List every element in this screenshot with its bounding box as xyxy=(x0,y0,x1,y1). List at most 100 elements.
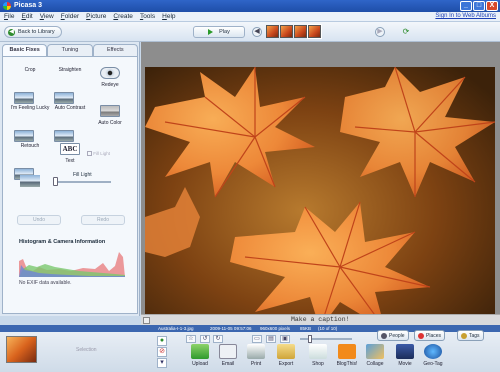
tags-button[interactable]: Tags xyxy=(457,330,484,341)
auto-contrast-label: Auto Contrast xyxy=(54,105,86,111)
back-to-library-button[interactable]: ◀ Back to Library xyxy=(4,26,62,38)
edit-panel: Basic Fixes Tuning Effects Crop Straight… xyxy=(0,42,140,316)
add-to-album-icon[interactable]: ▾ xyxy=(157,358,167,368)
redo-button[interactable]: Redo xyxy=(81,215,125,225)
close-button[interactable]: X xyxy=(486,1,498,11)
geo-tag-icon xyxy=(424,344,442,359)
next-photo-button[interactable]: ▶ xyxy=(375,27,385,37)
fill-light-slider[interactable] xyxy=(53,177,111,186)
maximize-button[interactable]: □ xyxy=(473,1,485,11)
play-slideshow-button[interactable]: Play xyxy=(193,26,245,38)
filmstrip-thumbnail[interactable] xyxy=(266,25,279,38)
auto-color-icon xyxy=(100,105,120,117)
sign-in-link[interactable]: Sign In to Web Albums xyxy=(435,13,496,19)
print-button[interactable]: Print xyxy=(244,344,268,367)
status-dimensions: 960x600 pixels xyxy=(260,326,291,331)
collage-button[interactable]: Collage xyxy=(363,344,387,367)
filmstrip-thumbnail-selected[interactable] xyxy=(307,24,322,39)
email-button[interactable]: Email xyxy=(216,344,240,367)
star-icon[interactable]: ☆ xyxy=(186,335,196,343)
redeye-option-checkbox[interactable]: Fill Light xyxy=(87,151,110,157)
menu-view[interactable]: View xyxy=(40,13,54,20)
zoom-view-icon[interactable]: ▣ xyxy=(280,335,290,343)
zoom-slider-thumb[interactable] xyxy=(308,335,312,343)
crop-tool[interactable]: Crop xyxy=(10,67,50,104)
menu-folder[interactable]: Folder xyxy=(61,13,79,20)
blogger-icon xyxy=(338,344,356,359)
redeye-tool[interactable]: Redeye xyxy=(90,67,130,88)
caption-input[interactable]: Make a caption! xyxy=(291,316,350,323)
menu-edit[interactable]: Edit xyxy=(22,13,33,20)
tray-selection-label: Selection xyxy=(76,347,97,353)
feeling-lucky-tool[interactable]: I'm Feeling Lucky xyxy=(10,105,50,142)
auto-contrast-tool[interactable]: Auto Contrast xyxy=(50,105,90,142)
histogram-chart xyxy=(19,249,125,277)
photo-view-icon[interactable]: ▭ xyxy=(252,335,262,343)
straighten-tool[interactable]: Straighten xyxy=(50,67,90,104)
window-title: Picasa 3 xyxy=(14,2,43,9)
status-date: 2009-11-05 09:57:06 xyxy=(210,326,252,331)
crop-label: Crop xyxy=(24,67,36,73)
rotate-right-icon[interactable]: ↻ xyxy=(213,335,223,343)
hold-icon[interactable]: ● xyxy=(157,336,167,346)
auto-color-tool[interactable]: Auto Color xyxy=(90,105,130,126)
basic-fixes-tools: Crop Straighten Redeye I'm Feeling Lucky… xyxy=(2,56,138,314)
previous-photo-button[interactable]: ◀ xyxy=(252,27,262,37)
histogram-title: Histogram & Camera Information xyxy=(19,239,106,245)
clear-icon[interactable]: ⊘ xyxy=(157,347,167,357)
menu-tools[interactable]: Tools xyxy=(140,13,155,20)
tab-effects[interactable]: Effects xyxy=(92,44,138,56)
blogthis-button[interactable]: BlogThis! xyxy=(335,344,359,367)
movie-icon xyxy=(396,344,414,359)
status-filename: Australia-I-1-3.jpg xyxy=(158,326,194,331)
auto-color-label: Auto Color xyxy=(98,120,122,126)
text-tool[interactable]: ABC Text xyxy=(50,143,90,164)
minimize-button[interactable]: _ xyxy=(460,1,472,11)
toolbar: ◀ Back to Library Play ◀ ▶ ⟳ xyxy=(0,22,500,42)
crop-icon xyxy=(14,92,34,104)
status-size: 85KB xyxy=(300,326,312,331)
play-icon xyxy=(208,29,214,35)
places-button[interactable]: Places xyxy=(414,330,446,341)
back-arrow-icon: ◀ xyxy=(8,28,15,36)
movie-button[interactable]: Movie xyxy=(393,344,417,367)
menu-bar: File Edit View Folder Picture Create Too… xyxy=(0,12,500,22)
shop-button[interactable]: Shop xyxy=(306,344,330,367)
tab-basic-fixes[interactable]: Basic Fixes xyxy=(2,44,48,56)
feeling-lucky-icon xyxy=(14,130,34,142)
photo-tray: Selection ● ⊘ ▾ ☆ ↺ ↻ ▭ ▤ ▣ People Place… xyxy=(0,330,500,372)
rotate-icon[interactable]: ⟳ xyxy=(400,27,412,37)
menu-file[interactable]: File xyxy=(4,13,15,20)
filmstrip-thumbnail[interactable] xyxy=(280,25,293,38)
zoom-slider[interactable] xyxy=(300,335,352,343)
text-label: Text xyxy=(65,158,75,164)
back-to-library-label: Back to Library xyxy=(18,29,55,35)
menu-help[interactable]: Help xyxy=(162,13,175,20)
tray-selected-thumbnail[interactable] xyxy=(6,336,37,363)
title-bar: Picasa 3 _ □ X xyxy=(0,0,500,12)
menu-create[interactable]: Create xyxy=(113,13,133,20)
geo-tag-button[interactable]: Geo-Tag xyxy=(421,344,445,367)
play-label: Play xyxy=(219,29,230,35)
upload-button[interactable]: Upload xyxy=(188,344,212,367)
shop-icon xyxy=(309,344,327,359)
straighten-icon xyxy=(54,92,74,104)
tab-tuning[interactable]: Tuning xyxy=(47,44,93,56)
rotate-left-icon[interactable]: ↺ xyxy=(200,335,210,343)
filmstrip-thumbnail[interactable] xyxy=(294,25,307,38)
retouch-tool[interactable]: Retouch xyxy=(10,143,50,180)
exif-note: No EXIF data available. xyxy=(19,280,72,286)
export-button[interactable]: Export xyxy=(274,344,298,367)
hide-caption-icon[interactable] xyxy=(143,317,150,324)
people-button[interactable]: People xyxy=(377,330,409,341)
redeye-icon xyxy=(100,67,120,79)
fill-light-slider-thumb[interactable] xyxy=(53,177,58,186)
maple-leaves-photo[interactable] xyxy=(145,67,495,329)
split-view-icon[interactable]: ▤ xyxy=(266,335,276,343)
feeling-lucky-label: I'm Feeling Lucky xyxy=(10,105,50,111)
export-icon xyxy=(277,344,295,359)
undo-button[interactable]: Undo xyxy=(17,215,61,225)
menu-picture[interactable]: Picture xyxy=(86,13,106,20)
filmstrip xyxy=(266,24,322,39)
status-position: (10 of 10) xyxy=(318,326,338,331)
